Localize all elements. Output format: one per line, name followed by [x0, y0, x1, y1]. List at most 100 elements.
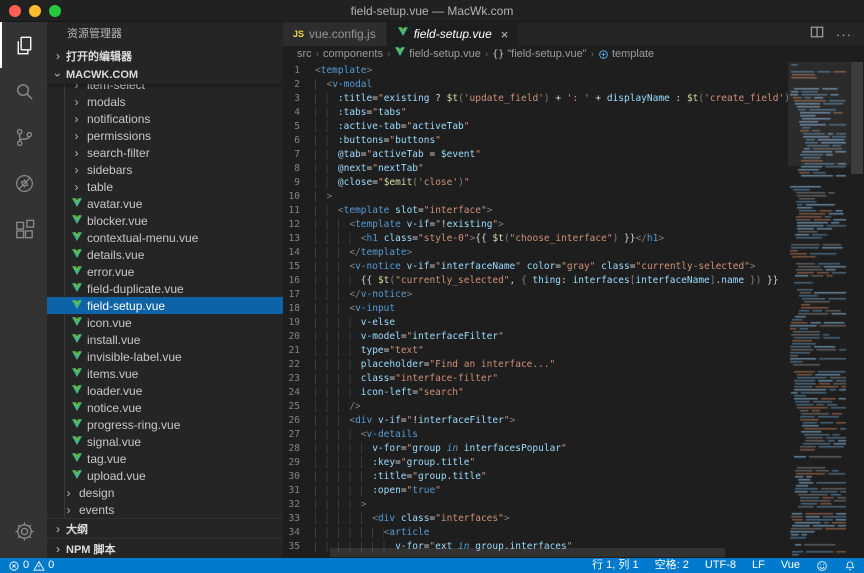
close-window-button[interactable] [9, 5, 21, 17]
open-editors-section[interactable]: › 打开的编辑器 [47, 46, 283, 66]
code-line: 20 v-model="interfaceFilter" [283, 330, 788, 344]
workspace-root-section[interactable]: › MACWK.COM [47, 66, 283, 84]
debug-icon[interactable] [0, 160, 47, 206]
problems-errors[interactable]: 0 [8, 560, 29, 572]
line-number: 32 [283, 498, 315, 512]
tree-item-contextual-menu.vue[interactable]: contextual-menu.vue [47, 229, 283, 246]
horizontal-scrollbar-thumb[interactable] [330, 548, 725, 557]
tree-item-items.vue[interactable]: items.vue [47, 365, 283, 382]
line-number: 28 [283, 442, 315, 456]
line-number: 13 [283, 232, 315, 246]
breadcrumb-item[interactable]: components [323, 48, 383, 60]
tree-item-sidebars[interactable]: ›sidebars [47, 161, 283, 178]
tree-item-search-filter[interactable]: ›search-filter [47, 144, 283, 161]
chevron-right-icon: › [69, 163, 84, 177]
vertical-scrollbar-thumb[interactable] [851, 62, 863, 174]
extensions-icon[interactable] [0, 206, 47, 252]
tree-item-tag.vue[interactable]: tag.vue [47, 450, 283, 467]
tree-item-notifications[interactable]: ›notifications [47, 110, 283, 127]
file-encoding[interactable]: UTF-8 [705, 560, 736, 571]
vue-file-icon [69, 470, 84, 481]
line-number: 3 [283, 92, 315, 106]
tree-item-events[interactable]: ›events [47, 501, 283, 518]
code-line: 31 :open="true" [283, 484, 788, 498]
feedback-smiley-icon[interactable] [816, 560, 828, 572]
tree-item-invisible-label.vue[interactable]: invisible-label.vue [47, 348, 283, 365]
tree-item-permissions[interactable]: ›permissions [47, 127, 283, 144]
sidebar-title: 资源管理器 [47, 22, 283, 46]
workspace-root-label: MACWK.COM [66, 69, 138, 81]
line-number: 27 [283, 428, 315, 442]
settings-gear-icon[interactable] [0, 508, 47, 554]
tree-item-notice.vue[interactable]: notice.vue [47, 399, 283, 416]
line-number: 10 [283, 190, 315, 204]
minimize-window-button[interactable] [29, 5, 41, 17]
line-number: 7 [283, 148, 315, 162]
breadcrumb-item[interactable]: src [297, 48, 312, 60]
tree-item-icon.vue[interactable]: icon.vue [47, 314, 283, 331]
cursor-position[interactable]: 行 1, 列 1 [592, 560, 638, 571]
breadcrumb-item[interactable]: {}"field-setup.vue" [492, 48, 586, 60]
line-number: 29 [283, 456, 315, 470]
tree-item-blocker.vue[interactable]: blocker.vue [47, 212, 283, 229]
tree-item-upload.vue[interactable]: upload.vue [47, 467, 283, 484]
code-line: 28 v-for="group in interfacesPopular" [283, 442, 788, 456]
tree-item-details.vue[interactable]: details.vue [47, 246, 283, 263]
chevron-right-icon: › [61, 503, 76, 517]
code-line: 13 <h1 class="style-0">{{ $t("choose_int… [283, 232, 788, 246]
outline-section[interactable]: › 大纲 [47, 518, 283, 538]
chevron-right-icon: › [50, 522, 66, 536]
vue-file-icon [69, 283, 84, 294]
tree-item-design[interactable]: ›design [47, 484, 283, 501]
language-mode[interactable]: Vue [781, 560, 800, 571]
tree-item-loader.vue[interactable]: loader.vue [47, 382, 283, 399]
window-controls [0, 5, 61, 17]
tree-item-progress-ring.vue[interactable]: progress-ring.vue [47, 416, 283, 433]
breadcrumb-item[interactable]: field-setup.vue [394, 47, 481, 61]
line-number: 4 [283, 106, 315, 120]
tree-item-table[interactable]: ›table [47, 178, 283, 195]
tree-item-field-setup.vue[interactable]: field-setup.vue [47, 297, 283, 314]
code-line: 11 <template slot="interface"> [283, 204, 788, 218]
status-bar: 0 0 行 1, 列 1 空格: 2 UTF-8 LF Vue [0, 558, 864, 573]
tab-field-setup.vue[interactable]: field-setup.vue× [387, 22, 520, 46]
tree-item-error.vue[interactable]: error.vue [47, 263, 283, 280]
code-line: 22 placeholder="Find an interface..." [283, 358, 788, 372]
line-number: 17 [283, 288, 315, 302]
breadcrumb-item[interactable]: template [598, 48, 654, 60]
vue-file-icon [69, 215, 84, 226]
explorer-icon[interactable] [0, 22, 47, 68]
tree-item-label: error.vue [87, 265, 134, 279]
code-line: 23 class="interface-filter" [283, 372, 788, 386]
vue-file-icon [69, 198, 84, 209]
source-control-icon[interactable] [0, 114, 47, 160]
code-editor[interactable]: 1<template>2 <v-modal3 :title="existing … [283, 62, 864, 558]
npm-scripts-section[interactable]: › NPM 脚本 [47, 538, 283, 558]
sidebar-explorer: 资源管理器 › 打开的编辑器 › MACWK.COM ›item-select›… [47, 22, 283, 558]
search-icon[interactable] [0, 68, 47, 114]
code-line: 16 {{ $t("currently_selected", { thing: … [283, 274, 788, 288]
zoom-window-button[interactable] [49, 5, 61, 17]
code-line: 8 @next="nextTab" [283, 162, 788, 176]
tree-item-label: tag.vue [87, 452, 126, 466]
tree-item-install.vue[interactable]: install.vue [47, 331, 283, 348]
vue-file-icon [69, 368, 84, 379]
end-of-line[interactable]: LF [752, 560, 765, 571]
tree-item-label: avatar.vue [87, 197, 142, 211]
minimap[interactable] [788, 62, 850, 558]
notifications-bell-icon[interactable] [844, 560, 856, 572]
tree-item-avatar.vue[interactable]: avatar.vue [47, 195, 283, 212]
tree-item-modals[interactable]: ›modals [47, 93, 283, 110]
problems-warnings[interactable]: 0 [33, 560, 54, 572]
more-actions-icon[interactable]: ··· [836, 27, 852, 42]
close-icon[interactable]: × [501, 28, 509, 41]
tab-vue.config.js[interactable]: JSvue.config.js [283, 22, 387, 46]
code-lines[interactable]: 1<template>2 <v-modal3 :title="existing … [283, 64, 788, 554]
indentation-setting[interactable]: 空格: 2 [655, 560, 689, 571]
tree-item-item-select[interactable]: ›item-select [47, 84, 283, 93]
tree-item-field-duplicate.vue[interactable]: field-duplicate.vue [47, 280, 283, 297]
split-editor-icon[interactable] [810, 25, 824, 44]
vertical-scrollbar[interactable] [850, 62, 864, 558]
chevron-right-icon: › [50, 542, 66, 556]
tree-item-signal.vue[interactable]: signal.vue [47, 433, 283, 450]
